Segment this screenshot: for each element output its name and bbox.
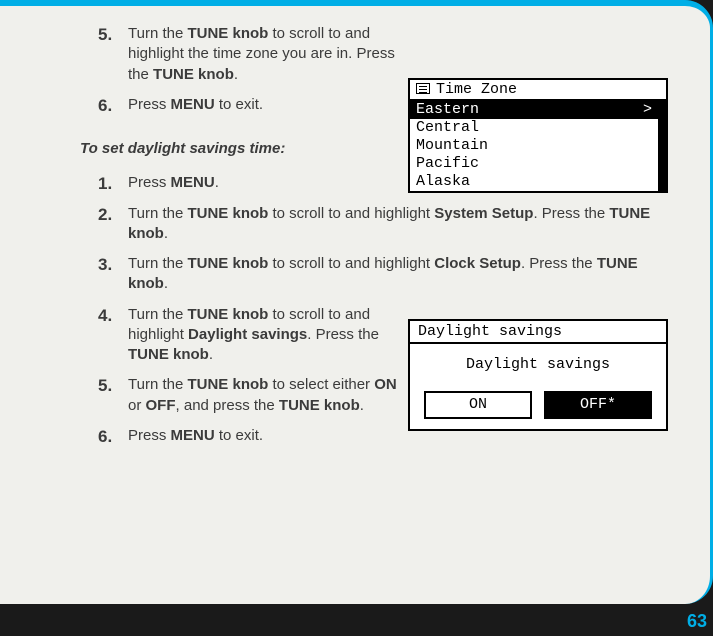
step-text: Turn the TUNE knob to select either ON o… — [128, 376, 397, 413]
step-text: Press MENU to exit. — [128, 427, 263, 444]
page-body: 5. Turn the TUNE knob to scroll to and h… — [0, 0, 713, 604]
step-2: 2. Turn the TUNE knob to scroll to and h… — [128, 204, 670, 245]
step-text: Turn the TUNE knob to scroll to and high… — [128, 205, 650, 242]
step-text: Turn the TUNE knob to scroll to and high… — [128, 306, 379, 364]
timezone-menu-title: Time Zone — [410, 80, 666, 101]
daylight-savings-menu: Daylight savings Daylight savings ON OFF… — [408, 319, 668, 431]
step-number: 5. — [98, 375, 112, 398]
timezone-item-pacific[interactable]: Pacific — [410, 155, 658, 173]
step-number: 1. — [98, 173, 112, 196]
step-text: Turn the TUNE knob to scroll to and high… — [128, 25, 395, 83]
daylight-buttons: ON OFF* — [410, 391, 666, 419]
step-number: 3. — [98, 254, 112, 277]
daylight-menu-label: Daylight savings — [410, 344, 666, 391]
timezone-item-mountain[interactable]: Mountain — [410, 137, 658, 155]
step-5a: 5. Turn the TUNE knob to scroll to and h… — [128, 24, 670, 85]
page-number: 63 — [687, 611, 707, 632]
step-number: 4. — [98, 305, 112, 328]
chevron-right-icon: > — [643, 101, 652, 119]
timezone-item-central[interactable]: Central — [410, 119, 658, 137]
step-number: 6. — [98, 426, 112, 449]
timezone-item-alaska[interactable]: Alaska — [410, 173, 658, 191]
step-text: Press MENU to exit. — [128, 96, 263, 113]
daylight-on-button[interactable]: ON — [424, 391, 532, 419]
daylight-menu-title: Daylight savings — [410, 321, 666, 344]
timezone-menu-items: Eastern > Central Mountain Pacific Alask… — [410, 101, 666, 191]
step-text: Turn the TUNE knob to scroll to and high… — [128, 255, 638, 292]
step-number: 5. — [98, 24, 112, 47]
step-number: 2. — [98, 204, 112, 227]
step-text: Press MENU. — [128, 174, 219, 191]
step-3: 3. Turn the TUNE knob to scroll to and h… — [128, 254, 670, 295]
list-icon — [416, 83, 430, 94]
step-number: 6. — [98, 95, 112, 118]
timezone-item-eastern[interactable]: Eastern > — [410, 101, 658, 119]
daylight-off-button[interactable]: OFF* — [544, 391, 652, 419]
timezone-menu: Time Zone Eastern > Central Mountain Pac… — [408, 78, 668, 193]
